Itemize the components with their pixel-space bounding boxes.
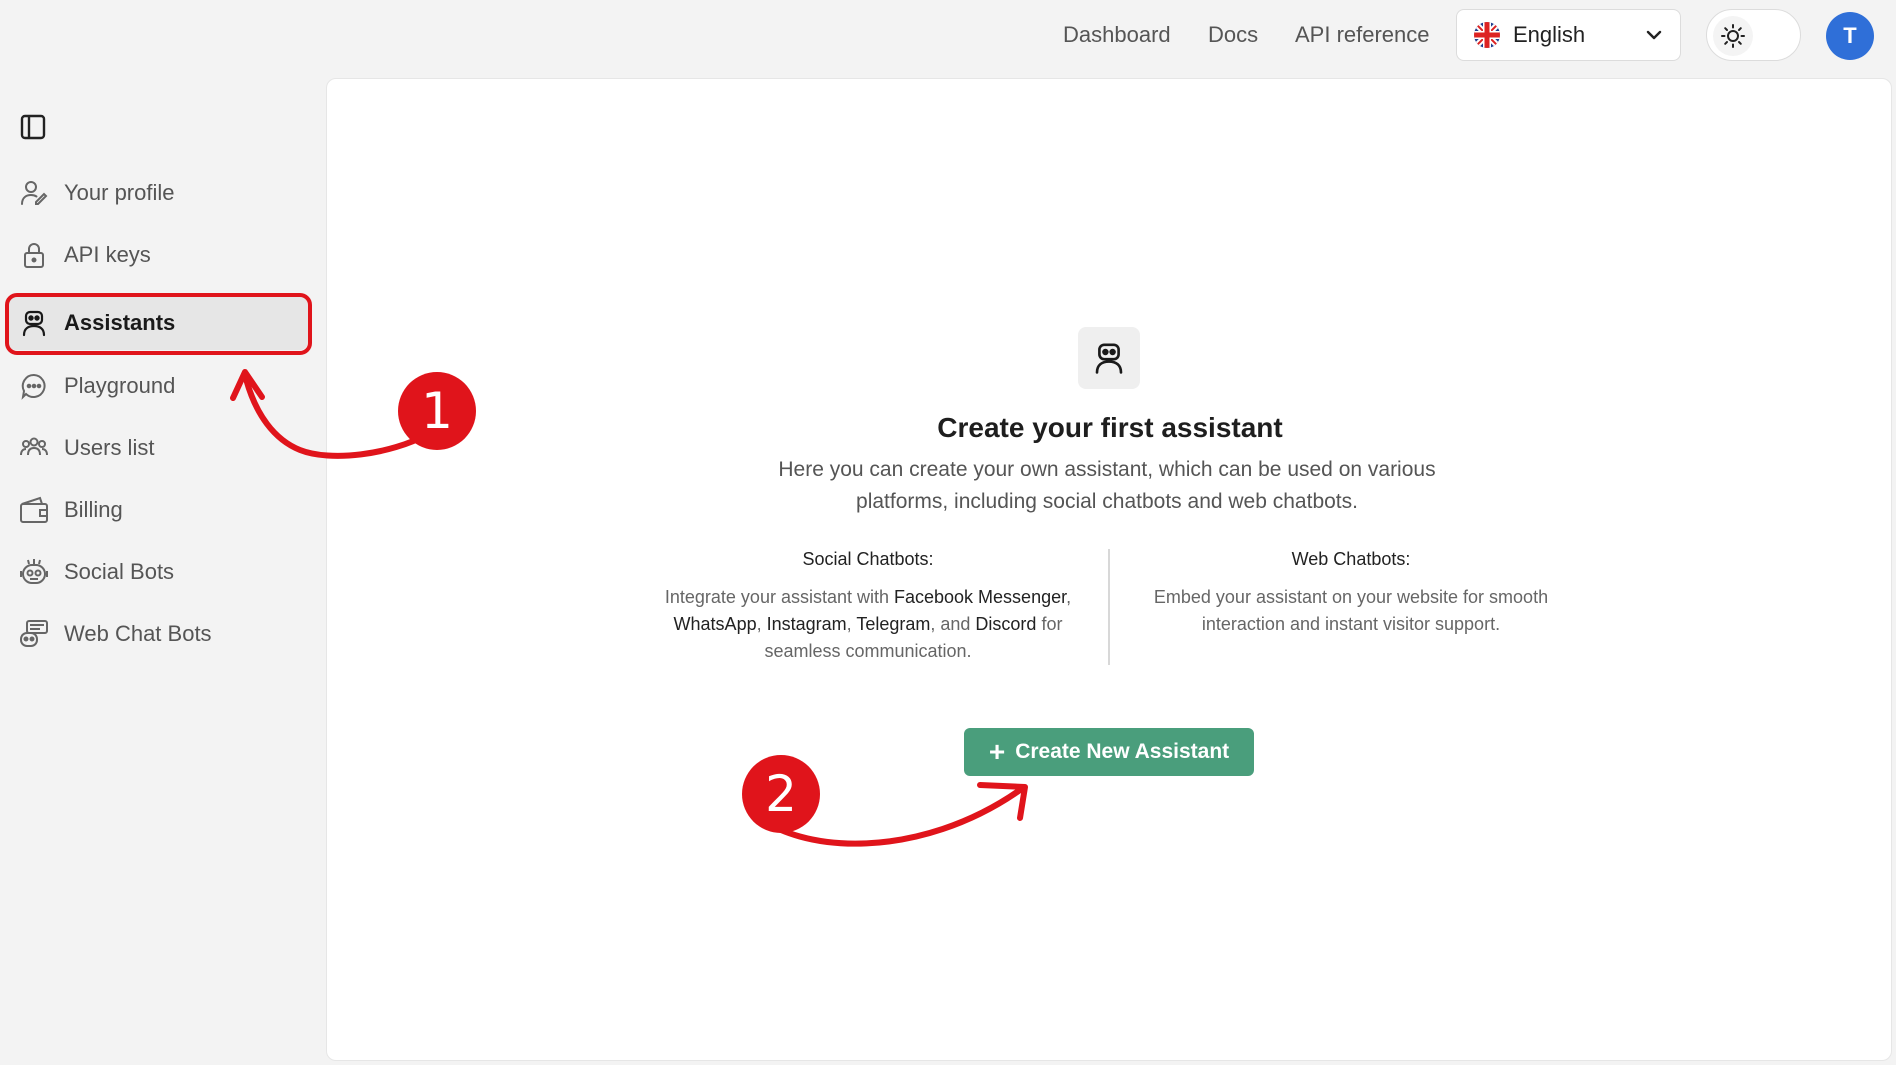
web-chatbots-info: Web Chatbots: Embed your assistant on yo… [1131,549,1571,638]
sidebar-item-label: Users list [64,435,155,460]
column-divider [1108,549,1110,665]
nav-link-api-reference[interactable]: API reference [1295,22,1430,48]
wallet-icon [18,494,50,526]
sidebar-item-billing[interactable]: Billing [8,483,308,537]
sidebar-item-label: API keys [64,242,151,267]
sidebar-item-label: Assistants [64,310,176,335]
sidebar-item-assistants[interactable]: Assistants [8,296,308,350]
theme-toggle[interactable] [1706,9,1801,61]
user-pen-icon [18,177,50,209]
sidebar-item-social-bots[interactable]: Social Bots [8,545,308,599]
nav-link-dashboard[interactable]: Dashboard [1063,22,1171,48]
main-panel: Create your first assistant Here you can… [326,78,1892,1061]
social-chatbots-info: Social Chatbots: Integrate your assistan… [648,549,1088,665]
empty-state-subtitle: Here you can create your own assistant, … [778,458,1436,513]
nav-link-docs[interactable]: Docs [1208,22,1258,48]
assistant-placeholder-icon [1078,327,1140,389]
sidebar-toggle-icon[interactable] [18,112,48,142]
sidebar-item-label: Your profile [64,180,175,205]
sidebar-item-label: Billing [64,497,123,522]
sidebar-item-label: Web Chat Bots [64,621,212,646]
robot-icon [1095,343,1123,374]
empty-state-title: Create your first assistant [937,412,1283,443]
uk-flag-icon [1474,22,1500,48]
sidebar-item-label: Playground [64,373,176,398]
sidebar-item-playground[interactable]: Playground [8,359,308,413]
social-bot-icon [18,556,50,588]
sidebar-item-label: Social Bots [64,559,175,584]
chevron-down-icon [1646,30,1662,40]
web-bot-icon [18,618,50,650]
lock-icon [18,239,50,271]
top-bar: Dashboard Docs API reference English T [0,0,1896,70]
web-chatbots-text: Embed your assistant on your website for… [1153,587,1549,634]
language-select[interactable]: English [1456,9,1681,61]
user-avatar[interactable]: T [1826,12,1874,60]
chat-bubble-icon [18,370,50,402]
sidebar: Your profile API keys Assistants Playgro… [0,70,325,1065]
theme-toggle-knob [1713,16,1753,56]
robot-icon [18,307,50,339]
app-root: Dashboard Docs API reference English T Y… [0,0,1896,1065]
step-badge-1: 1 [398,372,476,450]
step-badge-2: 2 [742,755,820,833]
web-chatbots-heading: Web Chatbots: [1291,549,1411,569]
sidebar-item-api-keys[interactable]: API keys [8,228,308,282]
sidebar-item-web-chat-bots[interactable]: Web Chat Bots [8,607,308,661]
sidebar-item-users-list[interactable]: Users list [8,421,308,475]
social-chatbots-text: Integrate your assistant with Facebook M… [664,587,1072,661]
create-button-label: Create New Assistant [1015,740,1230,763]
plus-icon: + [988,736,1006,767]
create-new-assistant-button[interactable]: + Create New Assistant [964,728,1254,776]
sidebar-item-your-profile[interactable]: Your profile [8,166,308,220]
social-chatbots-heading: Social Chatbots: [802,549,934,569]
language-label: English [1513,22,1586,47]
users-icon [18,432,50,464]
sun-icon [1721,24,1745,48]
